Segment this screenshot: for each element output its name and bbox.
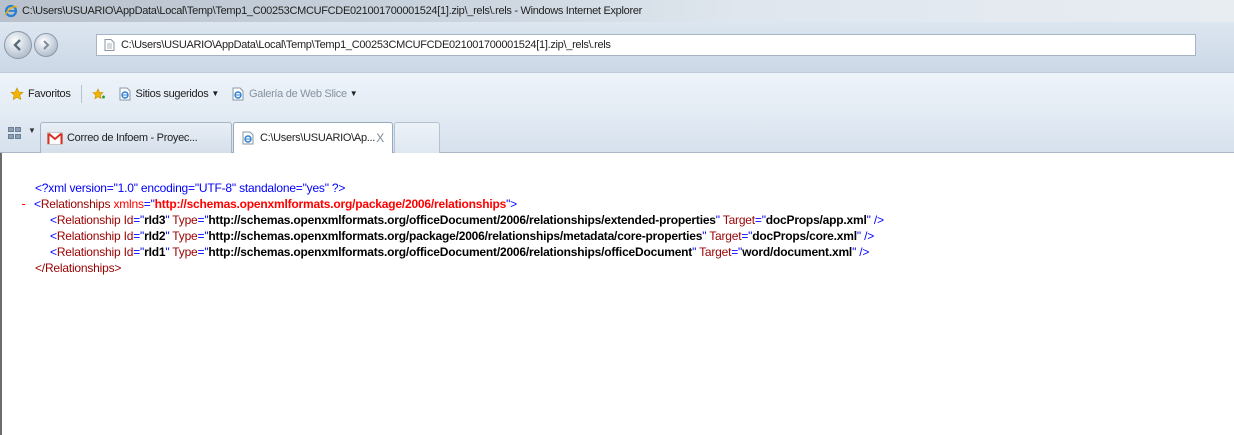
xml-namespace-value: http://schemas.openxmlformats.org/packag… [154,197,507,211]
window-title: C:\Users\USUARIO\AppData\Local\Temp\Temp… [22,5,643,17]
forward-arrow-icon [43,40,50,50]
new-tab-button[interactable] [394,122,440,153]
chevron-down-icon: ▼ [349,89,358,98]
xml-namespace-attr: xmlns [113,197,144,211]
ie-window: C:\Users\USUARIO\AppData\Local\Temp\Temp… [0,0,1234,435]
tab-correo-infoem[interactable]: Correo de Infoem - Proyec... [40,122,232,153]
ie-page-icon [240,131,256,145]
title-bar: C:\Users\USUARIO\AppData\Local\Temp\Temp… [0,0,1234,22]
back-button[interactable] [4,31,32,59]
tab-label: Correo de Infoem - Proyec... [67,132,198,144]
tab-rels-file[interactable]: C:\Users\USUARIO\Ap... X [233,122,393,153]
favorites-label: Favoritos [28,87,71,100]
xml-relationship-line: <Relationship Id="rId2" Type="http://sch… [50,229,875,243]
suggested-sites-button[interactable]: Sitios sugeridos ▼ [114,83,223,105]
xml-root-close-tag: </Relationships> [35,261,122,275]
collapse-toggle[interactable]: - [20,197,27,211]
tab-label: C:\Users\USUARIO\Ap... [260,132,376,144]
forward-button[interactable] [34,33,58,57]
xml-root-open-tag: - <Relationships xmlns="http://schemas.op… [20,197,517,211]
favorites-bar: Favoritos Sitios sugeridos ▼ Galería de … [0,72,1234,114]
ie-page-icon [231,87,245,101]
xml-root-tag-name: Relationships [40,197,111,211]
address-input[interactable] [121,39,1181,51]
web-slice-gallery-label: Galería de Web Slice [249,87,347,100]
ie-page-icon [118,87,132,101]
internet-explorer-icon [4,4,18,18]
tab-bar: ▼ Correo de Infoem - Proyec... C:\Users\… [0,114,1234,153]
quick-tabs-icon[interactable] [8,127,22,139]
address-bar[interactable] [96,34,1196,56]
web-slice-gallery-button[interactable]: Galería de Web Slice ▼ [227,83,361,105]
page-icon [103,39,115,51]
gmail-icon [47,131,63,145]
add-to-favorites-bar-button[interactable] [88,83,114,105]
navigation-bar [0,22,1234,72]
add-favorite-icon [91,87,106,101]
suggested-sites-label: Sitios sugeridos [135,87,209,100]
tab-list-chevron-down-icon[interactable]: ▼ [28,126,36,135]
xml-document-view: <?xml version="1.0" encoding="UTF-8" sta… [0,153,1234,435]
chevron-down-icon: ▼ [211,89,220,98]
close-tab-icon[interactable]: X [376,131,384,145]
xml-relationship-line: <Relationship Id="rId1" Type="http://sch… [50,245,870,259]
xml-declaration: <?xml version="1.0" encoding="UTF-8" sta… [35,181,346,195]
xml-relationship-line: <Relationship Id="rId3" Type="http://sch… [50,213,884,227]
star-icon [10,86,24,101]
favorites-button[interactable]: Favoritos [6,83,75,105]
favorites-separator [80,84,82,103]
back-arrow-icon [13,39,21,51]
